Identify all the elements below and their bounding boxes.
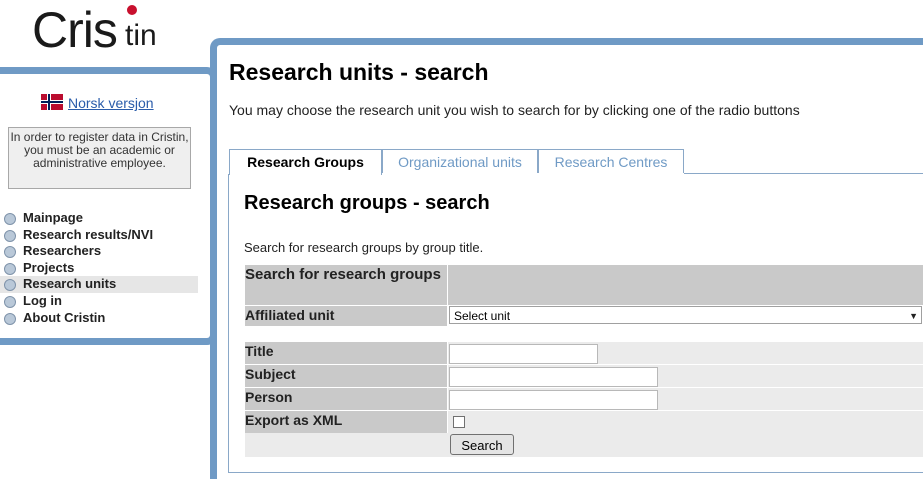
- sidebar-item-label: Researchers: [23, 243, 102, 259]
- sidebar-item-research-results[interactable]: Research results/NVI: [0, 227, 198, 244]
- logo-text-main: Cris: [32, 2, 118, 58]
- login-notice: In order to register data in Cristin, yo…: [8, 127, 191, 189]
- title-input[interactable]: [449, 344, 598, 364]
- bullet-icon: [4, 279, 16, 292]
- search-button[interactable]: Search: [450, 434, 514, 455]
- form-heading: Search for research groups: [245, 265, 447, 305]
- button-row-fill: [245, 433, 923, 457]
- sidebar-nav: Mainpage Research results/NVI Researcher…: [0, 210, 198, 326]
- sidebar-item-label: Projects: [23, 259, 75, 275]
- export-xml-label: Export as XML: [245, 411, 447, 433]
- affiliated-unit-label: Affiliated unit: [245, 306, 447, 326]
- sidebar-item-mainpage[interactable]: Mainpage: [0, 210, 198, 227]
- bullet-icon: [4, 295, 16, 308]
- bullet-icon: [4, 312, 16, 325]
- sidebar-item-research-units[interactable]: Research units: [0, 276, 198, 293]
- cristin-logo[interactable]: Cris tin: [32, 2, 182, 58]
- sidebar-item-log-in[interactable]: Log in: [0, 293, 198, 310]
- sidebar-item-projects[interactable]: Projects: [0, 260, 198, 277]
- dropdown-arrow-icon: ▼: [909, 311, 918, 321]
- subject-input[interactable]: [449, 367, 658, 387]
- panel-description: Search for research groups by group titl…: [244, 240, 484, 255]
- logo-dot-icon: [127, 5, 137, 15]
- intro-text: You may choose the research unit you wis…: [229, 102, 800, 118]
- sidebar-item-label: Mainpage: [23, 210, 83, 225]
- bullet-icon: [4, 262, 16, 275]
- page-title: Research units - search: [229, 59, 489, 85]
- main-content: Research units - search You may choose t…: [210, 38, 923, 479]
- norway-flag-icon: [41, 94, 63, 110]
- bullet-icon: [4, 213, 16, 225]
- tab-research-groups[interactable]: Research Groups: [229, 149, 382, 175]
- person-label: Person: [245, 388, 447, 410]
- sidebar-item-label: About Cristin: [23, 309, 106, 325]
- title-label: Title: [245, 342, 447, 364]
- tab-organizational-units[interactable]: Organizational units: [382, 149, 538, 173]
- norsk-version-link[interactable]: Norsk versjon: [68, 95, 154, 111]
- logo-text-sub: tin: [125, 19, 157, 52]
- tab-research-centres[interactable]: Research Centres: [538, 149, 684, 173]
- affiliated-unit-value: Select unit: [454, 309, 511, 323]
- bullet-icon: [4, 246, 16, 259]
- sidebar: Norsk versjon In order to register data …: [0, 67, 217, 345]
- panel-title: Research groups - search: [244, 192, 490, 214]
- sidebar-item-label: Log in: [23, 292, 62, 308]
- sidebar-item-about[interactable]: About Cristin: [0, 310, 198, 327]
- bullet-icon: [4, 229, 16, 242]
- sidebar-item-label: Research results/NVI: [23, 226, 154, 242]
- subject-label: Subject: [245, 365, 447, 387]
- form-heading-fill: [448, 265, 923, 305]
- export-xml-checkbox[interactable]: [453, 416, 465, 428]
- export-row-fill: [448, 411, 923, 433]
- person-input[interactable]: [449, 390, 658, 410]
- sidebar-item-label: Research units: [23, 276, 117, 292]
- sidebar-item-researchers[interactable]: Researchers: [0, 243, 198, 260]
- affiliated-unit-select[interactable]: Select unit ▼: [449, 306, 922, 324]
- search-panel: Research groups - search Search for rese…: [228, 174, 923, 473]
